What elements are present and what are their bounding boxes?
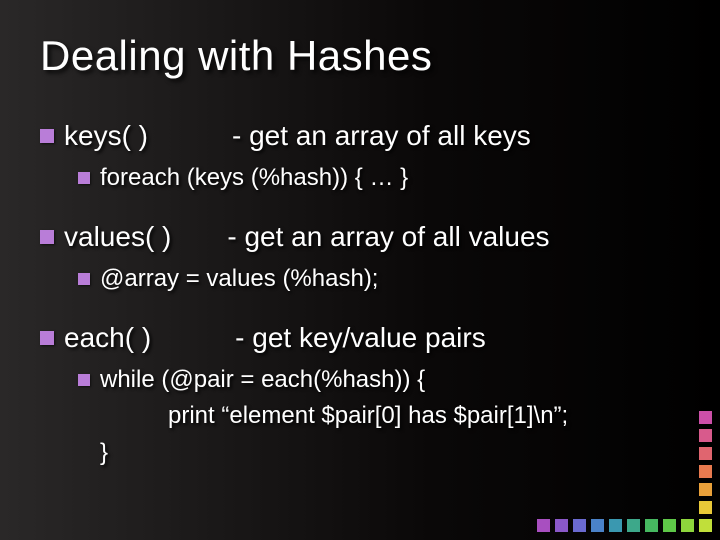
bullet-keys-text: keys( ) - get an array of all keys (64, 118, 531, 154)
deco-square-icon (663, 519, 676, 532)
deco-square-icon (681, 519, 694, 532)
deco-square-icon (537, 519, 550, 532)
deco-square-icon (699, 501, 712, 514)
deco-square-icon (627, 519, 640, 532)
code-close-brace: } (40, 437, 680, 469)
bullet-values-text: values( ) - get an array of all values (64, 219, 550, 255)
deco-square-icon (573, 519, 586, 532)
deco-square-icon (699, 483, 712, 496)
slide-title: Dealing with Hashes (40, 32, 680, 80)
sub-bullet-array: @array = values (%hash); (40, 263, 680, 295)
bullet-square-icon (78, 172, 90, 184)
bullet-each: each( ) - get key/value pairs (40, 320, 680, 356)
sub-bullet-foreach-text: foreach (keys (%hash)) { … } (100, 162, 408, 194)
bullet-square-icon (40, 331, 54, 345)
deco-square-icon (645, 519, 658, 532)
sub-bullet-foreach: foreach (keys (%hash)) { … } (40, 162, 680, 194)
deco-square-icon (591, 519, 604, 532)
bullet-keys: keys( ) - get an array of all keys (40, 118, 680, 154)
slide-content: Dealing with Hashes keys( ) - get an arr… (0, 0, 720, 469)
bullet-square-icon (40, 230, 54, 244)
bullet-values: values( ) - get an array of all values (40, 219, 680, 255)
bullet-square-icon (78, 273, 90, 285)
deco-square-icon (555, 519, 568, 532)
sub-bullet-array-text: @array = values (%hash); (100, 263, 378, 295)
bullet-square-icon (40, 129, 54, 143)
bullet-square-icon (78, 374, 90, 386)
sub-bullet-while-text: while (@pair = each(%hash)) { (100, 364, 425, 396)
sub-bullet-while: while (@pair = each(%hash)) { (40, 364, 680, 396)
bullet-each-text: each( ) - get key/value pairs (64, 320, 486, 356)
deco-square-icon (609, 519, 622, 532)
deco-square-icon (699, 519, 712, 532)
code-print-line: print “element $pair[0] has $pair[1]\n”; (40, 400, 680, 432)
